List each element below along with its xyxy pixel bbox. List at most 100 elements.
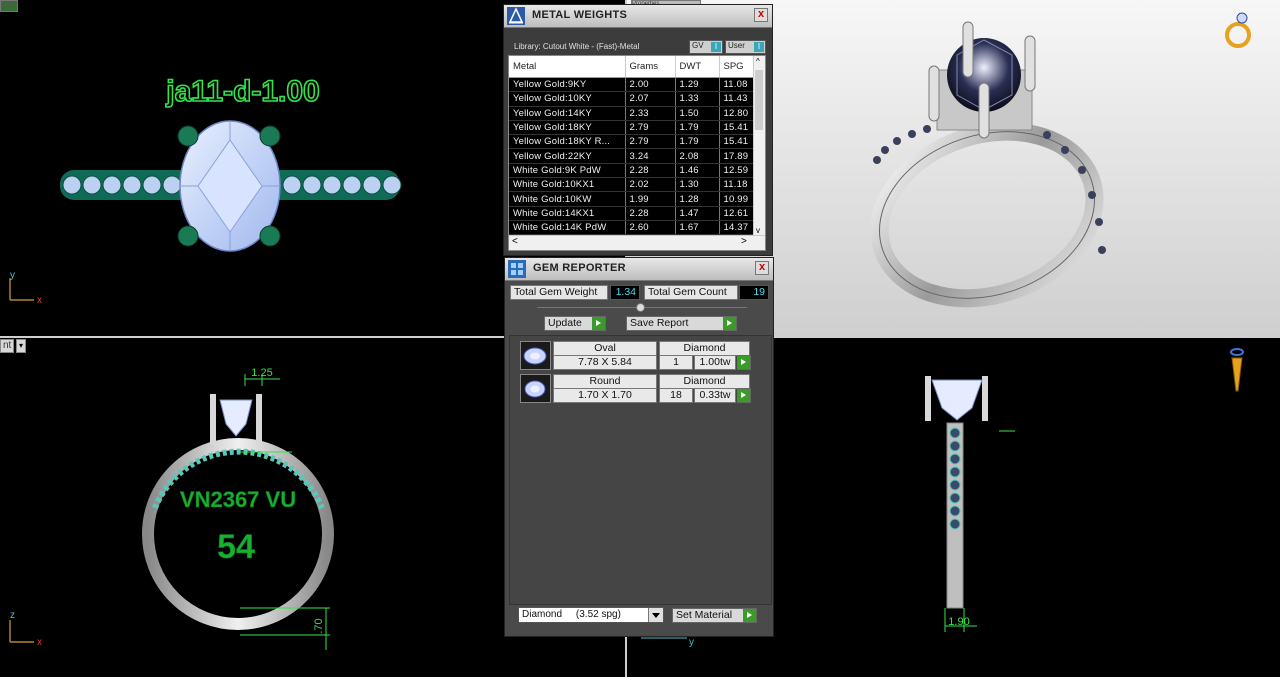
cell-metal: Yellow Gold:18KY R...	[509, 134, 626, 150]
table-header: Metal Grams DWT SPG	[509, 56, 762, 78]
gv-checkbox[interactable]: I	[711, 42, 721, 52]
cell-grams: 2.79	[625, 134, 676, 150]
gem-weight: 0.33tw	[694, 388, 736, 403]
material-select[interactable]: Diamond (3.52 spg)	[518, 607, 664, 623]
cell-grams: 2.02	[625, 177, 676, 193]
pendant-view-icon[interactable]	[1227, 346, 1247, 396]
col-metal[interactable]: Metal	[509, 56, 626, 78]
cell-dwt: 1.33	[675, 91, 720, 107]
scale-icon	[507, 7, 525, 25]
gem-weight: 1.00tw	[694, 355, 736, 370]
gem-row-go-button[interactable]	[737, 388, 751, 403]
cell-dwt: 1.29	[675, 77, 720, 93]
table-row[interactable]: Yellow Gold:18KY R... 2.79 1.79 15.41	[509, 134, 762, 150]
save-report-button[interactable]: Save Report	[626, 316, 737, 331]
dim-top: 1.25	[251, 367, 272, 379]
gem-row-oval[interactable]: Oval Diamond 7.78 X 5.84 1 1.00tw	[520, 341, 751, 370]
total-count-value: 19	[739, 285, 769, 300]
table-row[interactable]: White Gold:14K PdW 2.60 1.67 14.37	[509, 220, 762, 236]
center-gem-side	[219, 399, 253, 437]
report-icon	[508, 260, 526, 278]
metal-weights-title: METAL WEIGHTS	[532, 9, 628, 21]
set-material-button[interactable]: Set Material	[672, 608, 757, 623]
col-grams[interactable]: Grams	[625, 56, 676, 78]
material-select-value: Diamond (3.52 spg)	[522, 609, 621, 620]
play-arrow-icon	[737, 389, 750, 402]
cell-dwt: 1.79	[675, 134, 720, 150]
cell-metal: White Gold:14K PdW	[509, 220, 626, 236]
table-row[interactable]: Yellow Gold:9KY 2.00 1.29 11.08	[509, 77, 762, 93]
library-label: Library: Cutout White - (Fast)-Metal	[514, 42, 640, 51]
cell-dwt: 1.28	[675, 191, 720, 207]
close-icon[interactable]: x	[755, 261, 769, 275]
gem-size: 7.78 X 5.84	[553, 355, 657, 370]
gem-material: Diamond	[659, 341, 750, 356]
gem-list-area: Oval Diamond 7.78 X 5.84 1 1.00tw Round …	[509, 335, 772, 605]
total-weight-value: 1.34	[610, 285, 640, 300]
splitter-handle[interactable]	[636, 303, 645, 312]
table-row[interactable]: Yellow Gold:18KY 2.79 1.79 15.41	[509, 120, 762, 136]
scroll-up-arrow[interactable]: ^	[756, 57, 760, 66]
gem-reporter-titlebar[interactable]: GEM REPORTER x	[505, 258, 773, 281]
cell-grams: 2.28	[625, 206, 676, 221]
table-row[interactable]: Yellow Gold:14KY 2.33 1.50 12.80	[509, 106, 762, 121]
play-arrow-icon	[592, 317, 605, 330]
gem-reporter-panel: GEM REPORTER x Total Gem Weight 1.34 Tot…	[504, 257, 774, 637]
scroll-down-arrow[interactable]: v	[756, 226, 760, 235]
gem-row-go-button[interactable]	[737, 355, 751, 370]
table-row[interactable]: Yellow Gold:22KY 3.24 2.08 17.89	[509, 148, 762, 164]
cell-dwt: 1.30	[675, 177, 720, 193]
play-arrow-icon	[723, 317, 736, 330]
cell-metal: Yellow Gold:18KY	[509, 120, 626, 136]
ring-view-icon[interactable]	[1223, 10, 1257, 50]
close-icon[interactable]: x	[754, 8, 768, 22]
cell-grams: 3.24	[625, 148, 676, 164]
play-arrow-icon	[737, 356, 750, 369]
scroll-thumb[interactable]	[755, 70, 763, 130]
gem-row-round[interactable]: Round Diamond 1.70 X 1.70 18 0.33tw	[520, 374, 751, 403]
table-row[interactable]: Yellow Gold:10KY 2.07 1.33 11.43	[509, 91, 762, 107]
gem-material: Diamond	[659, 374, 750, 389]
table-row[interactable]: White Gold:9K PdW 2.28 1.46 12.59	[509, 163, 762, 179]
scroll-right-arrow[interactable]: >	[741, 236, 747, 247]
cell-dwt: 1.47	[675, 206, 720, 221]
cell-grams: 1.99	[625, 191, 676, 207]
table-row[interactable]: White Gold:10KW 1.99 1.28 10.99	[509, 191, 762, 207]
cell-grams: 2.60	[625, 220, 676, 236]
update-button[interactable]: Update	[544, 316, 606, 331]
cell-metal: Yellow Gold:9KY	[509, 77, 626, 93]
cell-dwt: 1.67	[675, 220, 720, 236]
size-label: 54	[217, 528, 255, 566]
gem-shape: Round	[553, 374, 657, 389]
cell-dwt: 1.46	[675, 163, 720, 179]
cell-metal: Yellow Gold:22KY	[509, 148, 626, 164]
gv-toggle[interactable]: GV I	[689, 40, 723, 54]
table-row[interactable]: White Gold:10KX1 2.02 1.30 11.18	[509, 177, 762, 193]
cell-grams: 2.07	[625, 91, 676, 107]
cell-metal: White Gold:9K PdW	[509, 163, 626, 179]
table-horizontal-scrollbar[interactable]: < >	[509, 235, 765, 250]
cell-metal: Yellow Gold:14KY	[509, 106, 626, 121]
col-dwt[interactable]: DWT	[675, 56, 720, 78]
user-checkbox[interactable]: I	[754, 42, 764, 52]
user-toggle[interactable]: User I	[725, 40, 766, 54]
model-label: ja11-d-1.00	[165, 75, 319, 108]
cell-metal: Yellow Gold:10KY	[509, 91, 626, 107]
axis-x-label-front: x	[37, 637, 42, 648]
center-gem-profile	[931, 379, 983, 421]
scroll-left-arrow[interactable]: <	[512, 236, 518, 247]
axis-x-label: x	[37, 295, 42, 306]
cell-grams: 2.79	[625, 120, 676, 136]
table-vertical-scrollbar[interactable]: ^ v	[753, 56, 765, 236]
chevron-down-icon[interactable]	[648, 608, 663, 622]
metal-weights-table[interactable]: Metal Grams DWT SPG Yellow Gold:9KY 2.00 1…	[508, 55, 766, 251]
view-name-dropdown[interactable]: nt	[0, 339, 15, 353]
total-weight-label: Total Gem Weight	[510, 285, 608, 300]
table-row[interactable]: White Gold:14KX1 2.28 1.47 12.61	[509, 206, 762, 221]
update-label: Update	[548, 317, 582, 329]
metal-weights-titlebar[interactable]: METAL WEIGHTS x	[504, 5, 772, 28]
view-dropdown-arrow[interactable]: ▾	[16, 339, 26, 353]
axis-z-label: z	[10, 610, 15, 621]
gem-count: 18	[659, 388, 693, 403]
dim-bottom: 1.90	[948, 616, 969, 628]
